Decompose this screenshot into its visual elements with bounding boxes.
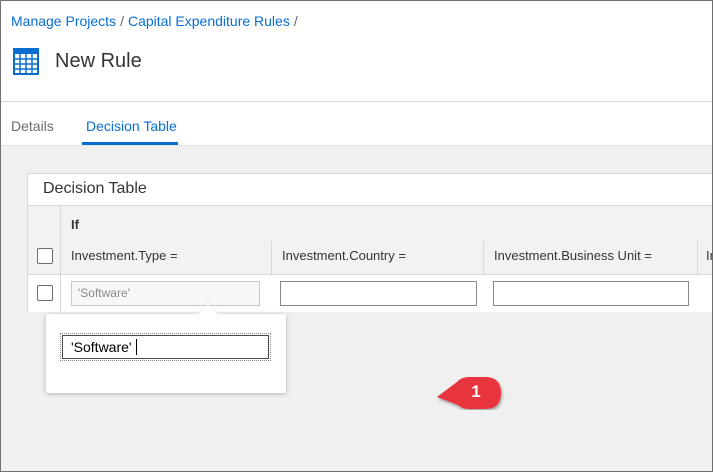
app-window: Manage Projects / Capital Expenditure Rule… xyxy=(0,0,713,472)
column-divider xyxy=(271,241,272,275)
content-area: Decision Table If Investment.Type = Inve… xyxy=(1,146,712,471)
column-header-investment-business-unit[interactable]: Investment.Business Unit = xyxy=(494,248,652,263)
tab-decision-table[interactable]: Decision Table xyxy=(86,118,177,134)
table-grid-icon xyxy=(13,48,39,75)
expression-input-value: 'Software' xyxy=(71,339,132,355)
active-tab-indicator xyxy=(82,142,178,145)
cell-investment-country[interactable] xyxy=(280,281,477,306)
column-header-investment-type[interactable]: Investment.Type = xyxy=(71,248,178,263)
breadcrumb-manage-projects[interactable]: Manage Projects xyxy=(11,13,116,29)
panel-title: Decision Table xyxy=(43,180,147,197)
tab-bar: Details Decision Table xyxy=(1,102,712,146)
text-caret xyxy=(135,339,137,355)
breadcrumb-separator: / xyxy=(293,13,298,29)
table-header: If Investment.Type = Investment.Country … xyxy=(28,205,712,276)
column-divider xyxy=(60,275,61,312)
tab-details[interactable]: Details xyxy=(11,118,54,134)
cell-investment-type[interactable]: 'Software' xyxy=(71,281,260,306)
column-divider xyxy=(483,241,484,275)
breadcrumb: Manage Projects / Capital Expenditure Rule… xyxy=(11,13,298,29)
column-divider xyxy=(60,206,61,276)
condition-label: If xyxy=(71,217,79,232)
column-header-truncated[interactable]: In xyxy=(706,248,712,263)
column-divider xyxy=(697,241,698,275)
page-header: Manage Projects / Capital Expenditure Rule… xyxy=(1,1,712,102)
breadcrumb-separator: / xyxy=(120,13,124,29)
title-row: New Rule xyxy=(11,43,142,79)
breadcrumb-capital-expenditure-rules[interactable]: Capital Expenditure Rules xyxy=(128,13,290,29)
row-checkbox[interactable] xyxy=(37,285,53,301)
column-header-investment-country[interactable]: Investment.Country = xyxy=(282,248,406,263)
callout-number: 1 xyxy=(471,382,481,401)
table-row: 'Software' xyxy=(28,275,712,312)
page-title: New Rule xyxy=(55,49,142,72)
decision-table-panel: Decision Table If Investment.Type = Inve… xyxy=(27,173,712,312)
select-all-checkbox[interactable] xyxy=(37,248,53,264)
cell-investment-business-unit[interactable] xyxy=(493,281,689,306)
expression-input[interactable]: 'Software' xyxy=(60,333,271,361)
expression-editor-popover: 'Software' xyxy=(46,304,286,393)
